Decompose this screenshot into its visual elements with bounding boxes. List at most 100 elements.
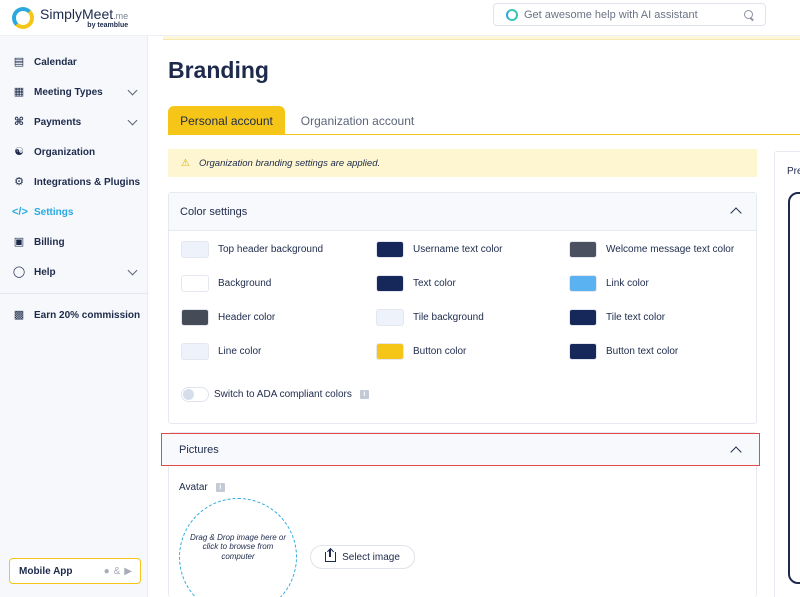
color-label: Button color [413,346,467,357]
preview-device-frame [788,192,800,584]
color-swatch[interactable] [569,241,597,258]
color-setting-header[interactable]: Header color [181,309,275,326]
sidebar: ▤ Calendar ▦ Meeting Types ⌘ Payments ☯ … [0,36,148,597]
sidebar-item-meeting-types[interactable]: ▦ Meeting Types [0,77,148,107]
color-settings-header[interactable]: Color settings [169,193,756,231]
chevron-down-icon[interactable] [127,265,138,276]
chevron-up-icon[interactable] [730,446,742,458]
sidebar-item-billing[interactable]: ▣ Billing [0,227,148,257]
color-swatch[interactable] [181,241,209,258]
sidebar-item-organization[interactable]: ☯ Organization [0,137,148,167]
header-notice-strip [163,36,800,40]
color-setting-username-text[interactable]: Username text color [376,241,502,258]
sidebar-item-label: Settings [34,206,74,218]
tab-organization-account[interactable]: Organization account [285,106,430,135]
info-icon[interactable]: i [215,483,225,492]
mobile-app-button[interactable]: Mobile App ● & ▶ [9,558,141,584]
logo-ring-icon [12,7,34,29]
sidebar-item-label: Calendar [34,56,77,68]
color-setting-tile-background[interactable]: Tile background [376,309,484,326]
tab-personal-account[interactable]: Personal account [168,106,285,135]
ai-assistant-icon [506,8,518,21]
sidebar-item-label: Meeting Types [34,86,103,98]
color-settings-title: Color settings [180,205,248,218]
mobile-app-label: Mobile App [19,565,73,577]
color-swatch[interactable] [181,309,209,326]
color-swatch[interactable] [569,343,597,360]
pictures-title: Pictures [179,443,219,456]
color-label: Header color [218,312,276,323]
sidebar-item-label: Payments [34,116,82,128]
avatar-label-row: Avatar i [179,482,225,493]
preview-label: Pre [787,166,800,177]
ai-assistant-search[interactable]: Get awesome help with AI assistant [493,3,766,26]
sidebar-item-payments[interactable]: ⌘ Payments [0,107,148,137]
color-swatch[interactable] [569,309,597,326]
color-swatch[interactable] [376,343,404,360]
logo-suffix: .me [113,11,129,21]
sidebar-item-label: Earn 20% commission [34,309,141,321]
page-title: Branding [168,57,269,83]
banknote-icon: ▣ [13,235,25,248]
color-setting-button-text[interactable]: Button text color [569,343,678,360]
sidebar-item-label: Integrations & Plugins [34,176,141,188]
preview-panel: Pre [774,151,800,597]
paperclip-icon: ⌘ [13,115,25,128]
chat-bubble-icon: ◯ [12,265,26,278]
color-label: Username text color [413,244,503,255]
color-setting-text[interactable]: Text color [376,275,456,292]
sidebar-divider [0,293,148,294]
color-label: Link color [606,278,649,289]
plug-icon: ⚙ [14,175,24,188]
calendar-icon: ▤ [13,55,25,68]
alert-text: Organization branding settings are appli… [198,157,381,169]
color-settings-panel: Color settings Top header background Use… [168,192,757,424]
color-swatch[interactable] [376,309,404,326]
chevron-down-icon[interactable] [127,85,138,96]
grid-icon: ▦ [13,85,25,98]
logo-by-text: by teamblue [87,22,129,29]
color-swatch[interactable] [569,275,597,292]
dropzone-text: Drag & Drop image here or click to brows… [189,532,287,561]
store-separator: & [113,565,121,577]
ada-toggle-label: Switch to ADA compliant colors [214,389,352,400]
color-setting-line[interactable]: Line color [181,343,261,360]
simplymeet-logo[interactable]: SimplyMeet.me by teamblue [12,4,128,32]
sidebar-item-help[interactable]: ◯ Help [0,257,148,287]
org-chart-icon: ☯ [14,145,24,158]
color-swatch[interactable] [376,275,404,292]
color-setting-top-header-background[interactable]: Top header background [181,241,323,258]
color-setting-background[interactable]: Background [181,275,271,292]
select-image-button[interactable]: Select image [310,545,415,569]
warning-icon: ⚠ [181,157,190,169]
search-icon[interactable] [743,9,755,21]
color-setting-link[interactable]: Link color [569,275,649,292]
account-tabs: Personal account Organization account [168,106,800,135]
chevron-down-icon[interactable] [127,115,138,126]
ada-toggle-row: Switch to ADA compliant colors i [181,387,369,402]
color-setting-welcome-message-text[interactable]: Welcome message text color [569,241,734,258]
color-swatch[interactable] [181,275,209,292]
upload-icon [325,549,337,562]
color-setting-button[interactable]: Button color [376,343,466,360]
color-label: Line color [218,346,262,357]
color-swatch[interactable] [181,343,209,360]
sidebar-item-settings[interactable]: </> Settings [0,197,148,227]
chevron-up-icon[interactable] [730,207,742,219]
sidebar-item-label: Organization [34,146,96,158]
sidebar-item-integrations[interactable]: ⚙ Integrations & Plugins [0,167,148,197]
play-store-icon: ▶ [124,565,132,577]
ada-compliant-toggle[interactable] [181,387,209,402]
sidebar-item-label: Billing [34,236,65,248]
color-label: Top header background [218,244,324,255]
info-icon[interactable]: i [359,390,369,399]
color-setting-tile-text[interactable]: Tile text color [569,309,665,326]
sidebar-item-earn-commission[interactable]: ▩ Earn 20% commission [0,300,148,330]
branding-alert: ⚠ Organization branding settings are app… [168,149,757,177]
sidebar-item-calendar[interactable]: ▤ Calendar [0,47,148,77]
color-label: Background [218,278,272,289]
color-swatch[interactable] [376,241,404,258]
top-bar: SimplyMeet.me by teamblue Get awesome he… [0,0,800,36]
pictures-header[interactable]: Pictures [161,433,760,466]
sidebar-item-label: Help [34,266,56,278]
